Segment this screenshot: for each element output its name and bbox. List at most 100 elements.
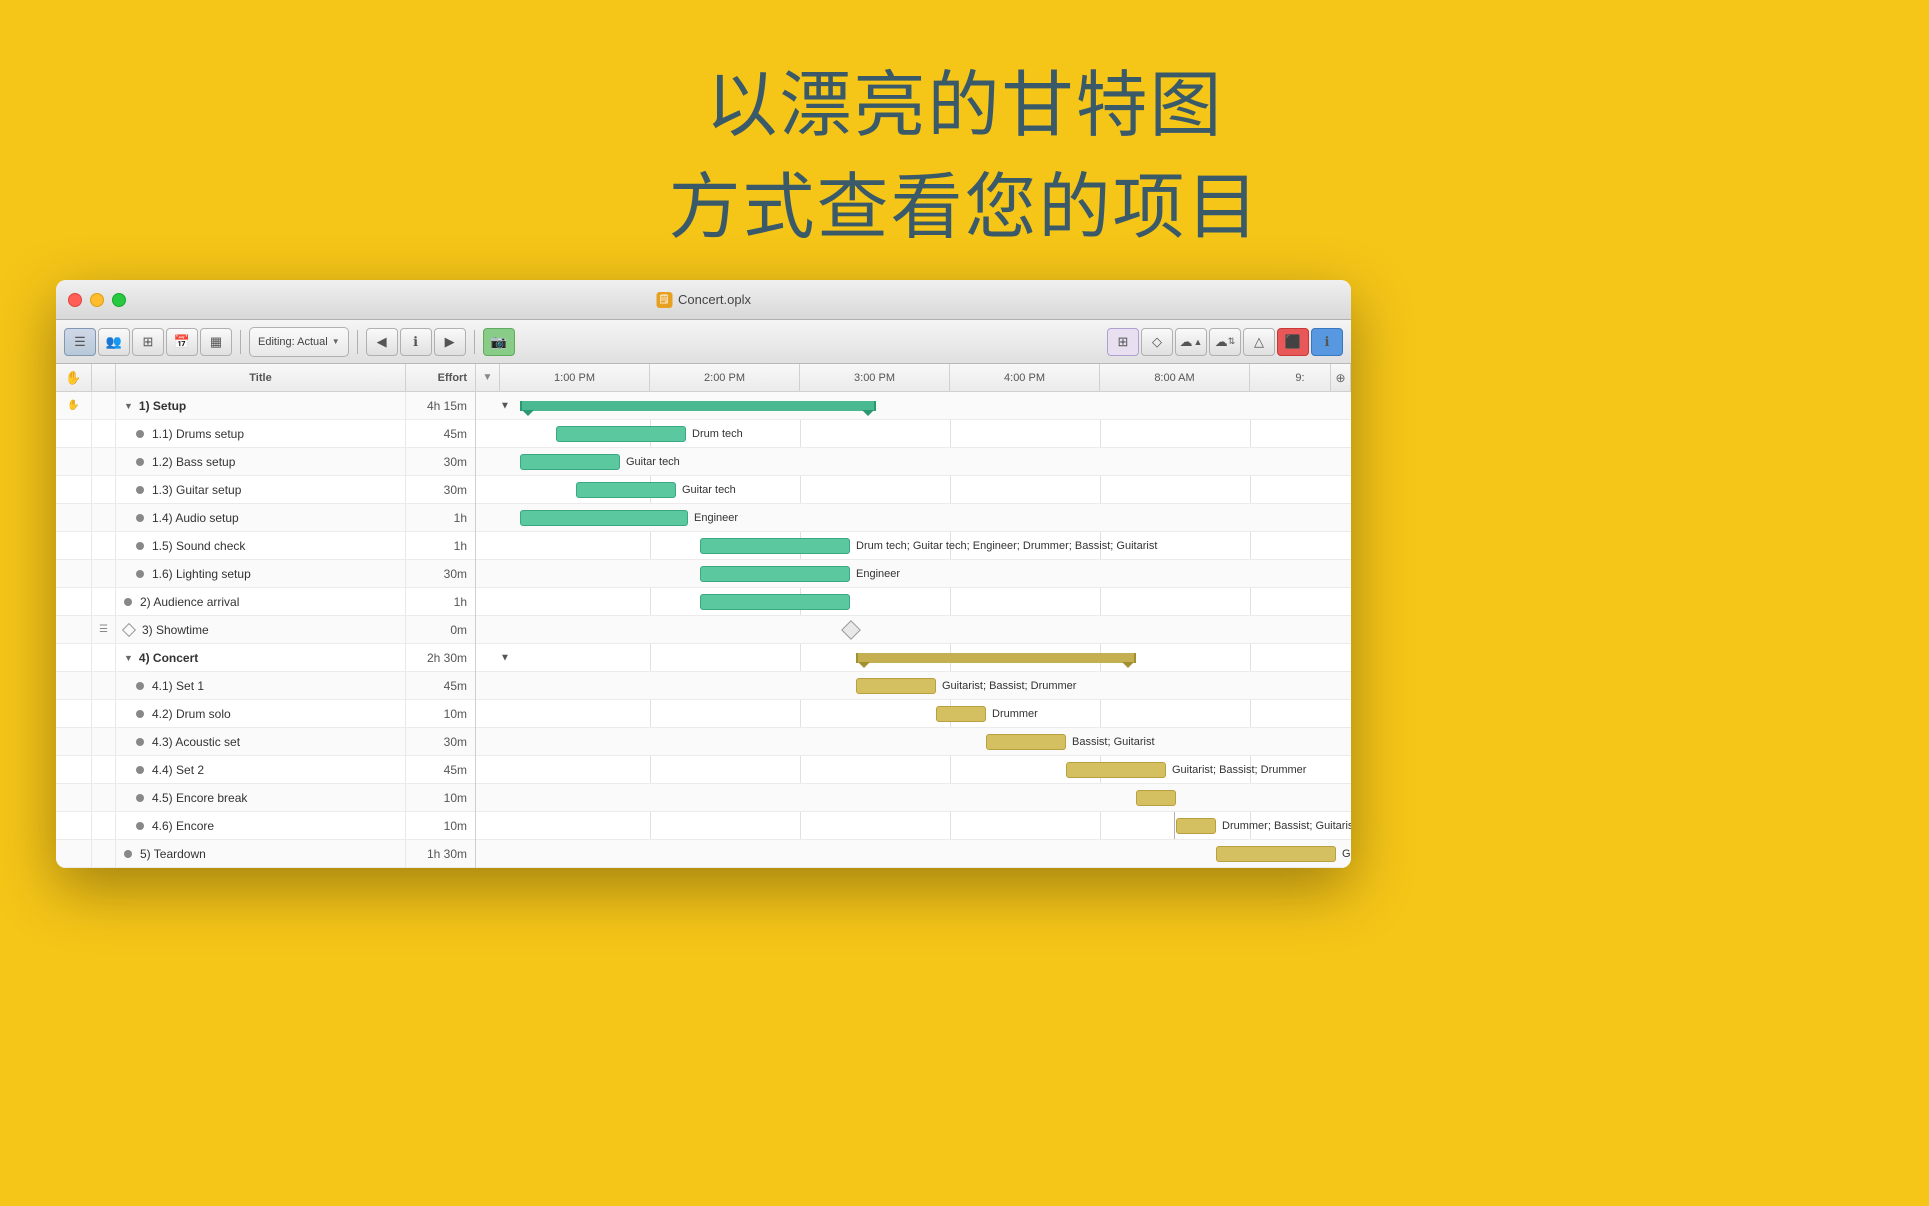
task-row: ☰ 3) Showtime 0m bbox=[56, 616, 475, 644]
row-handle bbox=[56, 784, 92, 811]
notes-cell bbox=[92, 644, 116, 671]
task-row: 5) Teardown 1h 30m bbox=[56, 840, 475, 868]
calendar-view-button[interactable]: 📅 bbox=[166, 328, 198, 356]
info-button[interactable]: ℹ bbox=[400, 328, 432, 356]
bullet-icon bbox=[136, 766, 144, 774]
row-handle bbox=[56, 840, 92, 867]
notes-cell bbox=[92, 420, 116, 447]
diamond-button[interactable]: ◇ bbox=[1141, 328, 1173, 356]
row-handle bbox=[56, 560, 92, 587]
task-indent: 4.3) Acoustic set bbox=[116, 735, 405, 749]
info-circle-button[interactable]: ℹ bbox=[1311, 328, 1343, 356]
list-view-button[interactable]: ☰ bbox=[64, 328, 96, 356]
task-name: 2) Audience arrival bbox=[136, 595, 405, 609]
task-indent: 2) Audience arrival bbox=[116, 595, 405, 609]
gantt-row-acoustic: Bassist; Guitarist bbox=[476, 728, 1351, 756]
task-effort: 1h bbox=[405, 532, 475, 559]
group-bar-left-arrow bbox=[858, 662, 870, 668]
screenshot-button[interactable]: 📷 bbox=[483, 328, 515, 356]
gantt-row-teardown: Guitar tech; Engineer; Drum tech bbox=[476, 840, 1351, 868]
triangle-button[interactable]: △ bbox=[1243, 328, 1275, 356]
bar-set1 bbox=[856, 678, 936, 694]
fill-view-button[interactable]: ▦ bbox=[200, 328, 232, 356]
gantt-row-guitar: Guitar tech bbox=[476, 476, 1351, 504]
bullet-icon bbox=[136, 542, 144, 550]
task-effort: 10m bbox=[405, 812, 475, 839]
row-handle bbox=[56, 420, 92, 447]
stop-button[interactable]: ⬛ bbox=[1277, 328, 1309, 356]
cloud-up-button[interactable]: ☁ ▲ bbox=[1175, 328, 1207, 356]
window-filename: Concert.oplx bbox=[678, 292, 751, 307]
editing-dropdown[interactable]: Editing: Actual ▼ bbox=[249, 327, 349, 357]
task-name: 4.2) Drum solo bbox=[148, 707, 405, 721]
nav-prev-button[interactable]: ◀ bbox=[366, 328, 398, 356]
minimize-button[interactable] bbox=[90, 293, 104, 307]
gantt-row-encore: Drummer; Bassist; Guitarist bbox=[476, 812, 1351, 840]
bar-teardown bbox=[1216, 846, 1336, 862]
notes-cell bbox=[92, 532, 116, 559]
group-bar-right-arrow bbox=[1122, 662, 1134, 668]
task-name: 1.5) Sound check bbox=[148, 539, 405, 553]
task-row: 1.5) Sound check 1h bbox=[56, 532, 475, 560]
task-indent: 4.6) Encore bbox=[116, 819, 405, 833]
disclosure-triangle[interactable]: ▼ bbox=[124, 653, 133, 663]
time-col-1pm: 1:00 PM bbox=[500, 364, 650, 391]
toolbar-separator-2 bbox=[357, 330, 358, 354]
notes-cell bbox=[92, 840, 116, 867]
toolbar-separator-1 bbox=[240, 330, 241, 354]
row-handle bbox=[56, 728, 92, 755]
maximize-button[interactable] bbox=[112, 293, 126, 307]
window-title: 🗒 Concert.oplx bbox=[656, 292, 751, 308]
row-handle bbox=[56, 588, 92, 615]
chevron-down-icon: ▼ bbox=[332, 337, 340, 346]
toolbar: ☰ 👥 ⊞ 📅 ▦ Editing: Actual ▼ ◀ ℹ ▶ 📷 ⊞ ◇ … bbox=[56, 320, 1351, 364]
table-button[interactable]: ⊞ bbox=[1107, 328, 1139, 356]
task-indent: 4.4) Set 2 bbox=[116, 763, 405, 777]
time-label-8am: 8:00 AM bbox=[1154, 372, 1194, 384]
view-buttons-group: ☰ 👥 ⊞ 📅 ▦ bbox=[64, 328, 232, 356]
column-headers: ✋ Title Effort bbox=[56, 364, 475, 392]
bullet-icon bbox=[136, 738, 144, 746]
notes-cell bbox=[92, 700, 116, 727]
time-col-8am: 8:00 AM bbox=[1100, 364, 1250, 391]
notes-cell bbox=[92, 476, 116, 503]
task-indent: 1.5) Sound check bbox=[116, 539, 405, 553]
bar-encore-break bbox=[1136, 790, 1176, 806]
label-set2: Guitarist; Bassist; Drummer bbox=[1172, 764, 1306, 776]
disclosure-triangle[interactable]: ▼ bbox=[124, 401, 133, 411]
people-view-button[interactable]: 👥 bbox=[98, 328, 130, 356]
bullet-icon bbox=[136, 710, 144, 718]
bullet-icon bbox=[136, 794, 144, 802]
task-indent: 1.4) Audio setup bbox=[116, 511, 405, 525]
task-effort: 4h 15m bbox=[405, 392, 475, 419]
task-effort: 30m bbox=[405, 448, 475, 475]
zoom-button[interactable]: ⊕ bbox=[1330, 364, 1350, 391]
task-name: 5) Teardown bbox=[136, 847, 405, 861]
time-label-1pm: 1:00 PM bbox=[554, 372, 595, 384]
label-drums: Drum tech bbox=[692, 428, 743, 440]
app-window: 🗒 Concert.oplx ☰ 👥 ⊞ 📅 ▦ Editing: Actual… bbox=[56, 280, 1351, 868]
grid-view-button[interactable]: ⊞ bbox=[132, 328, 164, 356]
right-buttons-group: ⊞ ◇ ☁ ▲ ☁ ⇅ △ ⬛ ℹ bbox=[1107, 328, 1343, 356]
task-name: 4.4) Set 2 bbox=[148, 763, 405, 777]
notes-cell bbox=[92, 728, 116, 755]
nav-next-button[interactable]: ▶ bbox=[434, 328, 466, 356]
task-effort: 1h 30m bbox=[405, 840, 475, 867]
gantt-row-showtime bbox=[476, 616, 1351, 644]
down-arrow-icon: ▼ bbox=[500, 652, 510, 663]
task-indent: 5) Teardown bbox=[116, 847, 405, 861]
task-effort: 10m bbox=[405, 784, 475, 811]
notes-cell bbox=[92, 588, 116, 615]
notes-cell: ☰ bbox=[92, 616, 116, 643]
cloud-sync-button[interactable]: ☁ ⇅ bbox=[1209, 328, 1241, 356]
task-indent: 1.3) Guitar setup bbox=[116, 483, 405, 497]
task-name: 1.4) Audio setup bbox=[148, 511, 405, 525]
gantt-row-set1: Guitarist; Bassist; Drummer bbox=[476, 672, 1351, 700]
row-handle bbox=[56, 616, 92, 643]
bar-lighting-setup bbox=[700, 566, 850, 582]
group-bar-right-arrow bbox=[862, 410, 874, 416]
task-effort: 45m bbox=[405, 420, 475, 447]
gantt-row-lighting: Engineer bbox=[476, 560, 1351, 588]
close-button[interactable] bbox=[68, 293, 82, 307]
cloud-up-icon: ☁ bbox=[1180, 334, 1193, 350]
